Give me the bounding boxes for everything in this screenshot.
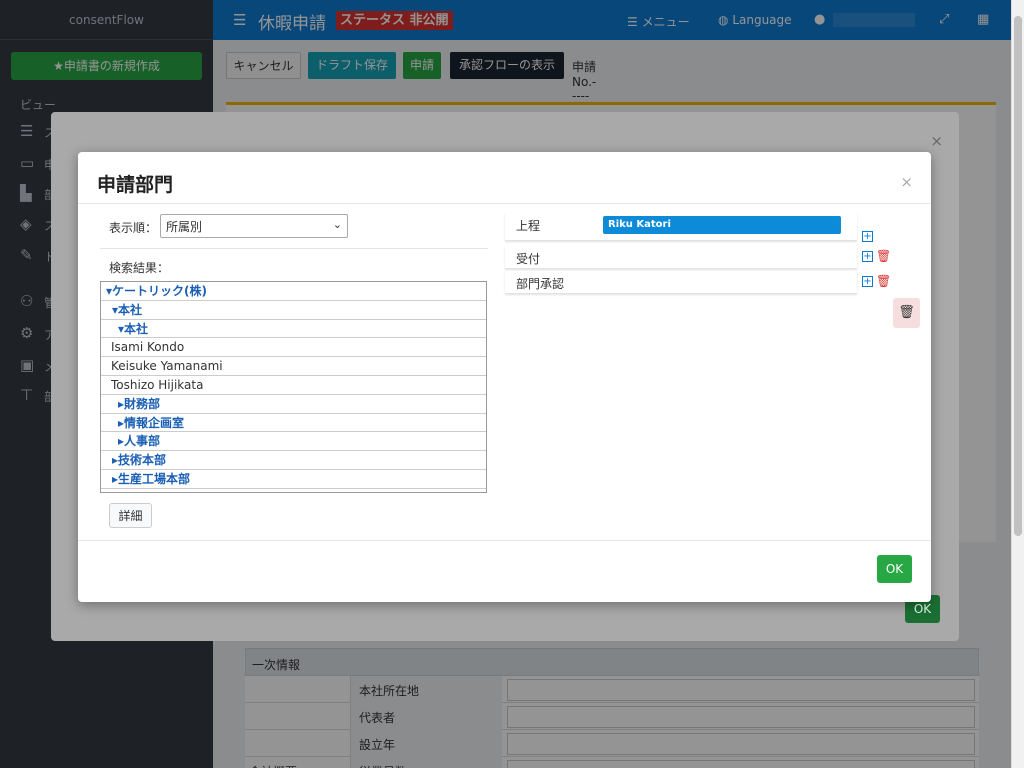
tree-node-department[interactable]: ▸情報企画室 [101, 414, 486, 433]
organization-tree[interactable]: ▾ケートリック(株) ▾本社 ▾本社 Isami Kondo Keisuke Yaman… [100, 281, 487, 493]
search-results-label: 検索結果： [109, 261, 170, 275]
add-icon[interactable]: + [862, 231, 873, 242]
tree-node-department[interactable]: ▸技術本部 [101, 451, 486, 470]
detail-button[interactable]: 詳細 [109, 503, 152, 528]
route-step-label: 部門承認 [516, 277, 565, 291]
tree-node-person[interactable]: Isami Kondo [101, 338, 486, 358]
delete-all-button[interactable]: 🗑 [893, 298, 920, 328]
tree-node-person[interactable]: Toshizo Hijikata [101, 376, 486, 395]
tree-node-person[interactable]: Keisuke Yamanami [101, 357, 486, 376]
trash-icon[interactable]: 🗑 [876, 274, 891, 288]
route-step-label: 受付 [516, 252, 541, 266]
divider [78, 203, 931, 204]
add-icon[interactable]: + [862, 251, 873, 262]
approval-route-step[interactable]: 部門承認 [505, 271, 857, 294]
sort-order-select[interactable]: 所属別 ⌄ [160, 214, 348, 238]
trash-icon[interactable]: 🗑 [876, 249, 891, 263]
trash-icon: 🗑 [898, 305, 915, 320]
ok-button[interactable]: OK [877, 555, 912, 583]
page-scrollbar[interactable] [1011, 0, 1024, 768]
modal-title: 申請部門 [97, 174, 174, 196]
sort-order-label: 表示順： [109, 221, 158, 235]
add-icon[interactable]: + [862, 276, 873, 287]
divider [100, 248, 488, 249]
tree-node-department[interactable]: ▾本社 [101, 301, 486, 320]
approval-route-step[interactable]: 上程 Riku Katori [505, 213, 857, 241]
tree-node-department[interactable]: ▸人事部 [101, 432, 486, 452]
divider [78, 540, 931, 541]
chevron-down-icon: ⌄ [332, 218, 342, 231]
sort-order-value: 所属別 [166, 220, 203, 234]
tree-node-department[interactable]: ▸生産工場本部 [101, 470, 486, 489]
route-step-label: 上程 [516, 219, 541, 233]
tree-node-department[interactable]: ▸財務部 [101, 395, 486, 414]
tree-node-department[interactable]: ▾ケートリック(株) [101, 282, 486, 301]
assignee-chip[interactable]: Riku Katori [603, 216, 841, 234]
close-icon[interactable]: × [930, 132, 943, 150]
scrollbar-thumb[interactable] [1014, 16, 1022, 536]
close-icon[interactable]: × [900, 173, 913, 191]
approval-route-step[interactable]: 受付 [505, 246, 857, 269]
tree-node-department[interactable]: ▾本社 [101, 320, 486, 339]
department-modal: 申請部門 × 表示順： 所属別 ⌄ 検索結果： ▾ケートリック(株) ▾本社 ▾本社… [78, 152, 931, 602]
